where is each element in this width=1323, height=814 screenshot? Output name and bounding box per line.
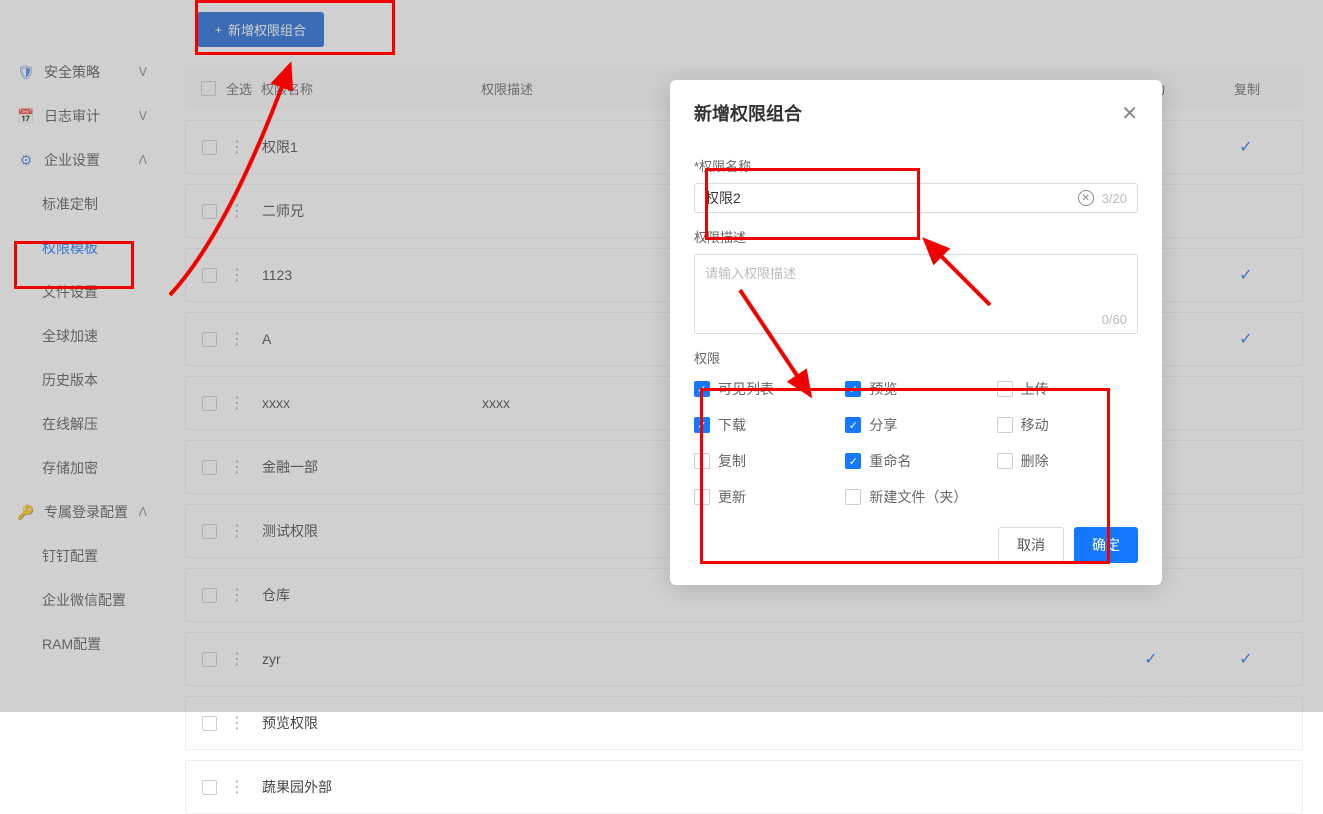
watermark: CSDN @csdn565973850 <box>1049 682 1315 708</box>
desc-textarea[interactable] <box>705 263 1127 313</box>
checkbox[interactable]: ✓ <box>845 453 861 469</box>
ok-button[interactable]: 确定 <box>1074 527 1138 563</box>
table-row[interactable]: ⋮ 蔬果园外部 <box>185 760 1303 814</box>
permission-label: 新建文件（夹） <box>869 487 967 507</box>
desc-textarea-wrap: 0/60 <box>694 254 1138 334</box>
checkbox[interactable]: ✓ <box>694 417 710 433</box>
permission-label: 下载 <box>718 415 746 435</box>
row-name: 蔬果园外部 <box>262 777 482 797</box>
permission-label: 更新 <box>718 487 746 507</box>
permission-checkbox-item[interactable]: ✓ 可见列表 <box>694 379 835 399</box>
more-icon[interactable]: ⋮ <box>229 713 245 733</box>
permission-checkbox-item[interactable]: 上传 <box>997 379 1138 399</box>
checkbox[interactable] <box>694 453 710 469</box>
clear-icon[interactable]: ✕ <box>1078 190 1094 206</box>
checkbox[interactable] <box>997 381 1013 397</box>
name-input[interactable] <box>705 190 1078 206</box>
add-permission-modal: 新增权限组合 ✕ 权限名称 ✕ 3/20 权限描述 0/60 权限 ✓可见列表✓… <box>670 80 1162 585</box>
desc-label: 权限描述 <box>694 227 1138 246</box>
name-char-count: 3/20 <box>1102 191 1127 206</box>
permission-grid: ✓ 可见列表 ✓ 预览 上传 ✓ 下载 ✓ 分享 移动复制 ✓ 重命名 删除更新 新建文件（夹） <box>694 379 1138 507</box>
cancel-button[interactable]: 取消 <box>998 527 1064 563</box>
permission-label: 上传 <box>1021 379 1049 399</box>
permission-label: 可见列表 <box>718 379 774 399</box>
permission-checkbox-item[interactable]: 复制 <box>694 451 835 471</box>
checkbox[interactable]: ✓ <box>694 381 710 397</box>
permission-checkbox-item[interactable]: 移动 <box>997 415 1138 435</box>
name-label: 权限名称 <box>694 156 1138 175</box>
permission-checkbox-item[interactable]: ✓ 重命名 <box>845 451 986 471</box>
row-name: 预览权限 <box>262 713 482 733</box>
checkbox[interactable]: ✓ <box>845 381 861 397</box>
permission-checkbox-item[interactable]: 删除 <box>997 451 1138 471</box>
checkbox[interactable]: ✓ <box>845 417 861 433</box>
desc-char-count: 0/60 <box>1102 312 1127 327</box>
permission-checkbox-item[interactable]: 新建文件（夹） <box>845 487 986 507</box>
permission-label: 重命名 <box>869 451 911 471</box>
more-icon[interactable]: ⋮ <box>229 777 245 797</box>
permission-checkbox-item[interactable]: ✓ 下载 <box>694 415 835 435</box>
row-checkbox[interactable] <box>202 716 217 731</box>
permission-label: 预览 <box>869 379 897 399</box>
permission-checkbox-item[interactable]: ✓ 分享 <box>845 415 986 435</box>
checkbox[interactable] <box>997 453 1013 469</box>
name-input-wrap: ✕ 3/20 <box>694 183 1138 213</box>
row-checkbox[interactable] <box>202 780 217 795</box>
close-icon[interactable]: ✕ <box>1121 101 1138 126</box>
checkbox[interactable] <box>845 489 861 505</box>
permission-label: 删除 <box>1021 451 1049 471</box>
permission-label: 移动 <box>1021 415 1049 435</box>
permission-label: 分享 <box>869 415 897 435</box>
permission-checkbox-item[interactable]: ✓ 预览 <box>845 379 986 399</box>
perm-label: 权限 <box>694 348 1138 367</box>
permission-label: 复制 <box>718 451 746 471</box>
checkbox[interactable] <box>694 489 710 505</box>
modal-title: 新增权限组合 <box>694 100 802 126</box>
permission-checkbox-item[interactable]: 更新 <box>694 487 835 507</box>
checkbox[interactable] <box>997 417 1013 433</box>
